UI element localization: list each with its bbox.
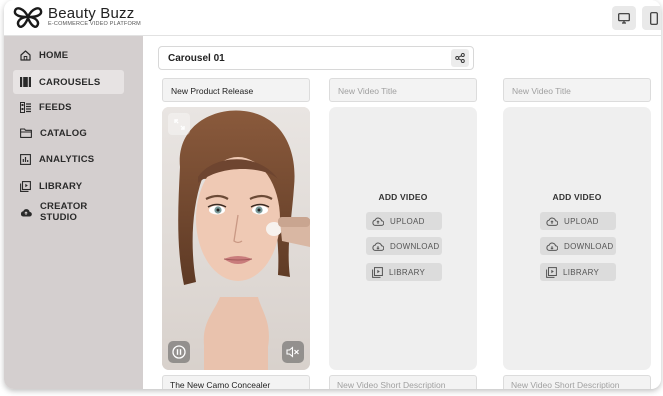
- sidebar-item-label: HOME: [39, 49, 69, 61]
- monitor-icon: [618, 12, 630, 24]
- share-button[interactable]: [451, 49, 469, 67]
- brand-name: Beauty Buzz: [48, 5, 135, 22]
- sidebar-item-label: LIBRARY: [39, 180, 83, 192]
- desktop-view-button[interactable]: [612, 6, 636, 30]
- sidebar-item-feeds[interactable]: FEEDS: [13, 95, 124, 119]
- download-button[interactable]: DOWNLOAD: [366, 237, 442, 255]
- sidebar: HOME CAROUSELS FEEDS CATALOG ANALYTICS L…: [4, 36, 143, 389]
- video-thumbnail: [162, 107, 310, 370]
- share-icon: [455, 53, 465, 63]
- add-video-label: ADD VIDEO: [378, 192, 428, 202]
- fullscreen-button[interactable]: [168, 113, 190, 135]
- video-title-field[interactable]: New Product Release: [162, 78, 310, 102]
- add-video-card: ADD VIDEO UPLOAD DOWNLOAD LIBRARY: [503, 107, 651, 370]
- video-title-field[interactable]: New Video Title: [329, 78, 477, 102]
- video-description-field[interactable]: New Video Short Description: [329, 375, 477, 389]
- upload-button[interactable]: UPLOAD: [366, 212, 442, 230]
- mute-button[interactable]: [282, 341, 304, 363]
- sidebar-item-label: CAROUSELS: [39, 76, 101, 88]
- cloud-icon: [20, 208, 32, 217]
- pause-button[interactable]: [168, 341, 190, 363]
- main-content: Carousel 01 New Product Release The New …: [143, 36, 661, 389]
- sidebar-item-creator-studio[interactable]: CREATOR STUDIO: [13, 200, 124, 224]
- expand-icon: [173, 118, 185, 130]
- upload-label: UPLOAD: [390, 216, 425, 226]
- download-button[interactable]: DOWNLOAD: [540, 237, 616, 255]
- library-button[interactable]: LIBRARY: [366, 263, 442, 281]
- library-icon: [372, 266, 383, 278]
- mobile-view-button[interactable]: [642, 6, 661, 30]
- brand-tagline: E-COMMERCE VIDEO PLATFORM: [48, 21, 141, 27]
- sidebar-item-analytics[interactable]: ANALYTICS: [13, 147, 124, 171]
- sidebar-item-label: CREATOR STUDIO: [40, 201, 88, 223]
- download-label: DOWNLOAD: [390, 241, 440, 251]
- folder-icon: [20, 128, 32, 138]
- cloud-download-icon: [546, 242, 558, 251]
- butterfly-logo-icon: [13, 7, 43, 28]
- library-icon: [546, 266, 557, 278]
- cloud-upload-icon: [372, 217, 384, 226]
- sidebar-item-label: CATALOG: [40, 127, 87, 139]
- feeds-icon: [20, 101, 31, 113]
- add-video-label: ADD VIDEO: [552, 192, 602, 202]
- library-button[interactable]: LIBRARY: [540, 263, 616, 281]
- video-title-field[interactable]: New Video Title: [503, 78, 651, 102]
- library-label: LIBRARY: [563, 267, 600, 277]
- carousel-name-value: Carousel 01: [168, 53, 225, 64]
- app-window: Beauty Buzz E-COMMERCE VIDEO PLATFORM HO…: [4, 0, 661, 389]
- pause-icon: [172, 345, 186, 359]
- sidebar-item-library[interactable]: LIBRARY: [13, 174, 124, 198]
- upload-label: UPLOAD: [564, 216, 599, 226]
- sidebar-item-catalog[interactable]: CATALOG: [13, 121, 124, 145]
- video-description-field[interactable]: New Video Short Description: [503, 375, 651, 389]
- upload-button[interactable]: UPLOAD: [540, 212, 616, 230]
- sidebar-item-label: ANALYTICS: [39, 153, 95, 165]
- phone-icon: [650, 11, 658, 25]
- video-preview[interactable]: [162, 107, 310, 370]
- carousels-icon: [20, 77, 31, 87]
- muted-speaker-icon: [286, 346, 299, 358]
- library-icon: [20, 180, 31, 192]
- sidebar-item-carousels[interactable]: CAROUSELS: [13, 70, 124, 94]
- video-description-field[interactable]: The New Camo Concealer: [162, 375, 310, 389]
- add-video-card: ADD VIDEO UPLOAD DOWNLOAD LIBRARY: [329, 107, 477, 370]
- library-label: LIBRARY: [389, 267, 426, 277]
- cloud-download-icon: [372, 242, 384, 251]
- home-icon: [20, 49, 31, 61]
- carousel-name-field[interactable]: Carousel 01: [158, 46, 474, 70]
- sidebar-item-label: FEEDS: [39, 101, 72, 113]
- sidebar-item-home[interactable]: HOME: [13, 43, 124, 67]
- download-label: DOWNLOAD: [564, 241, 614, 251]
- top-bar: Beauty Buzz E-COMMERCE VIDEO PLATFORM: [4, 0, 661, 36]
- analytics-icon: [20, 153, 31, 165]
- cloud-upload-icon: [546, 217, 558, 226]
